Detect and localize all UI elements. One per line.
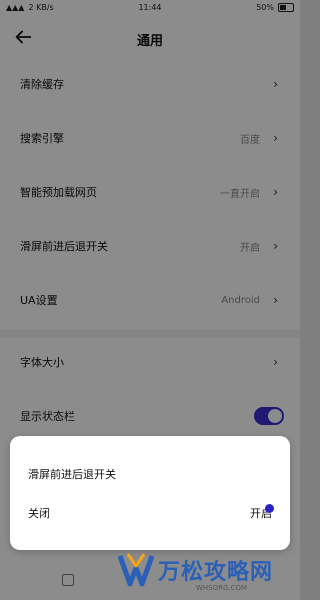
watermark-site: WHSORG.COM — [196, 584, 248, 592]
watermark-brand: 万松攻略网 — [158, 560, 274, 585]
selected-radio-icon — [265, 504, 274, 513]
option-label: 关闭 — [28, 507, 50, 520]
option-off[interactable]: 关闭 — [28, 500, 50, 526]
dialog-title: 滑屏前进后退开关 — [28, 468, 116, 481]
watermark-logo-icon — [118, 553, 154, 587]
watermark: 万松攻略网 WHSORG.COM — [118, 548, 296, 600]
option-on[interactable]: 开启 — [250, 500, 274, 526]
swipe-nav-dialog: 滑屏前进后退开关 关闭 开启 — [10, 436, 290, 550]
